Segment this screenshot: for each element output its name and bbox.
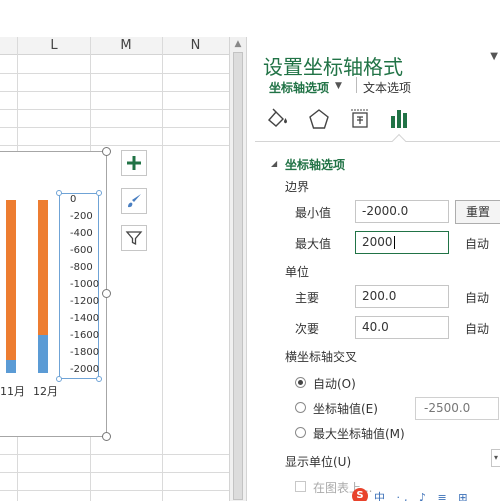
radio-auto[interactable] [295, 377, 306, 388]
grid-line [162, 37, 163, 501]
filter-icon [125, 231, 143, 246]
max-label: 最大值 [295, 237, 332, 251]
pane-divider [255, 141, 500, 142]
radio-max-axis-value[interactable] [295, 427, 306, 438]
column-header-n[interactable]: N [162, 37, 229, 55]
ime-status-text[interactable]: 中 ·, ♪ ≡ ⊞ [374, 489, 471, 501]
format-axis-pane: 设置坐标轴格式 ▼ 坐标轴选项 ▼ 文本选项 ◢ 坐标轴选项 边界 最小值 -2… [246, 37, 500, 501]
minor-label: 次要 [295, 322, 320, 336]
chevron-down-icon[interactable]: ▼ [335, 81, 342, 91]
axis-selection-handle [96, 190, 102, 196]
axis-selection-handle [56, 190, 62, 196]
bar-dec-blue[interactable] [38, 335, 48, 373]
y-tick-label: -1000 [70, 279, 100, 290]
fill-line-icon[interactable] [265, 107, 289, 131]
brush-icon [128, 194, 141, 208]
pentagon-effects-icon[interactable] [307, 107, 331, 131]
chart-resize-handle[interactable] [102, 289, 111, 298]
reset-button[interactable]: 重置 [455, 200, 500, 224]
y-tick-label: -1600 [70, 330, 100, 341]
y-tick-label: -200 [70, 211, 93, 222]
chart-styles-button[interactable] [121, 188, 147, 214]
max-auto-label: 自动 [465, 237, 490, 251]
grid-line [0, 145, 229, 146]
display-units-heading: 显示单位(U) [285, 455, 352, 469]
plus-icon [127, 156, 141, 170]
scroll-up-arrow-icon[interactable]: ▲ [230, 37, 246, 51]
radio-max-axis-value-label[interactable]: 最大坐标轴值(M) [313, 425, 405, 442]
axis-selection-handle [56, 376, 62, 382]
grid-line [0, 454, 229, 455]
y-tick-label: -1800 [70, 347, 100, 358]
radio-axis-value-label[interactable]: 坐标轴值(E) [313, 400, 378, 417]
pane-options-arrow-icon[interactable]: ▼ [490, 51, 498, 62]
active-tab-indicator [391, 133, 407, 149]
major-auto-label: 自动 [465, 291, 490, 305]
scrollbar-thumb[interactable] [233, 52, 243, 500]
vertical-scrollbar[interactable]: ▲ [229, 37, 246, 501]
radio-auto-label[interactable]: 自动(O) [313, 375, 356, 392]
min-bound-input[interactable]: -2000.0 [355, 200, 449, 223]
radio-axis-value[interactable] [295, 402, 306, 413]
ime-toolbar[interactable]: S 中 ·, ♪ ≡ ⊞ [352, 488, 500, 501]
max-bound-input[interactable]: 2000 [355, 231, 449, 254]
axis-value-input[interactable]: -2500.0 [415, 397, 499, 420]
y-tick-label: -800 [70, 262, 93, 273]
major-unit-input[interactable]: 200.0 [355, 285, 449, 308]
text-cursor [393, 236, 395, 249]
axis-selection-handle [96, 376, 102, 382]
minor-auto-label: 自动 [465, 322, 490, 336]
chart-resize-handle[interactable] [102, 432, 111, 441]
grid-line [0, 109, 229, 110]
chart-elements-button[interactable] [121, 150, 147, 176]
column-header-m[interactable]: M [90, 37, 162, 55]
minor-unit-input[interactable]: 40.0 [355, 316, 449, 339]
section-axis-options[interactable]: 坐标轴选项 [285, 156, 345, 173]
bar-nov-blue[interactable] [6, 360, 16, 373]
group-units-heading: 单位 [285, 265, 310, 279]
chart-filters-button[interactable] [121, 225, 147, 251]
bar-nov-orange[interactable] [6, 200, 16, 360]
major-label: 主要 [295, 291, 320, 305]
spreadsheet-area[interactable]: L M N 0 -200 -400 -600 -800 -1000 -1200 … [0, 0, 229, 501]
sogou-logo-icon[interactable]: S [352, 488, 368, 501]
grid-line [0, 472, 229, 473]
y-tick-label: -600 [70, 245, 93, 256]
group-bounds-heading: 边界 [285, 180, 310, 194]
tab-text-options[interactable]: 文本选项 [363, 79, 411, 96]
size-properties-icon[interactable] [348, 107, 372, 131]
max-bound-value: 2000 [362, 235, 393, 249]
y-tick-label: 0 [70, 194, 77, 205]
y-tick-label: -400 [70, 228, 93, 239]
bar-dec-orange[interactable] [38, 200, 48, 335]
display-units-dropdown[interactable]: ▾ [491, 449, 500, 467]
show-unit-label-checkbox[interactable] [295, 481, 306, 492]
column-header-row: L M N [0, 37, 229, 55]
x-tick-label: 11月 [0, 385, 25, 398]
y-tick-label: -1400 [70, 313, 100, 324]
bar-chart-axis-options-icon[interactable] [388, 107, 412, 131]
tab-separator [356, 77, 357, 93]
y-tick-label: -2000 [70, 364, 100, 375]
grid-line [0, 127, 229, 128]
x-tick-label: 12月 [33, 385, 58, 398]
grid-line [0, 73, 229, 74]
chart-resize-handle[interactable] [102, 147, 111, 156]
y-tick-label: -1200 [70, 296, 100, 307]
grid-line [0, 91, 229, 92]
tab-axis-options[interactable]: 坐标轴选项 [269, 79, 329, 96]
pane-title: 设置坐标轴格式 [263, 55, 403, 79]
min-label: 最小值 [295, 206, 332, 220]
group-crosses-heading: 横坐标轴交叉 [285, 350, 358, 364]
grid-line [0, 490, 229, 491]
column-header-l[interactable]: L [18, 37, 90, 55]
collapse-triangle-icon[interactable]: ◢ [271, 159, 277, 168]
